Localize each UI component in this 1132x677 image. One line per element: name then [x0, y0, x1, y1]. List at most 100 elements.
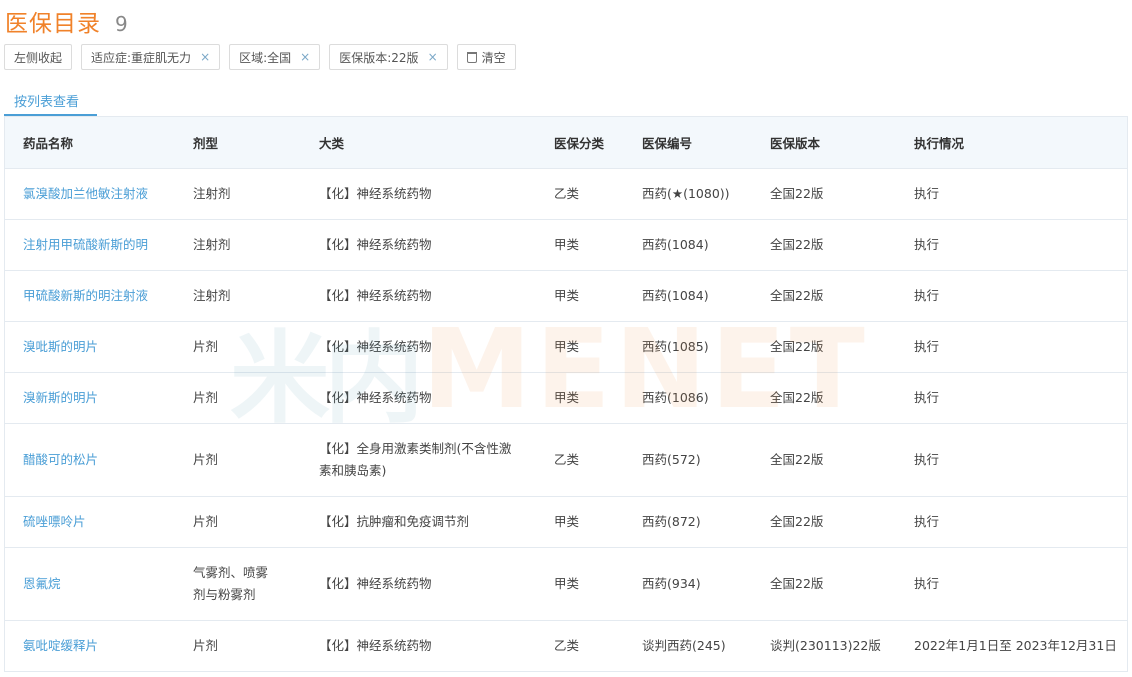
filter-tag-label: 医保版本:22版: [339, 50, 419, 65]
dosage-form: 注射剂: [175, 270, 301, 322]
insurance-class: 甲类: [536, 496, 624, 548]
dosage-form: 注射剂: [175, 219, 301, 271]
collapse-sidebar-label: 左侧收起: [14, 50, 63, 65]
drug-table: 药品名称 剂型 大类 医保分类 医保编号 医保版本 执行情况 氯溴酸加兰他敏注射…: [4, 116, 1128, 672]
dosage-form: 片剂: [175, 321, 301, 373]
column-header: 医保分类: [536, 117, 624, 169]
drug-category: 【化】神经系统药物: [301, 547, 536, 621]
execution-status: 执行: [896, 372, 1127, 424]
column-header: 剂型: [175, 117, 301, 169]
drug-name-link[interactable]: 溴新斯的明片: [5, 372, 175, 424]
execution-status: 执行: [896, 168, 1127, 220]
insurance-class: 甲类: [536, 547, 624, 621]
table-header-row: 药品名称 剂型 大类 医保分类 医保编号 医保版本 执行情况: [5, 117, 1127, 169]
insurance-class: 乙类: [536, 168, 624, 220]
close-icon[interactable]: ×: [200, 50, 210, 64]
insurance-version: 全国22版: [752, 321, 896, 373]
insurance-version: 全国22版: [752, 270, 896, 322]
close-icon[interactable]: ×: [428, 50, 438, 64]
insurance-class: 甲类: [536, 270, 624, 322]
column-header: 大类: [301, 117, 536, 169]
drug-category: 【化】神经系统药物: [301, 219, 536, 271]
filter-tag-version: 医保版本:22版 ×: [329, 44, 448, 70]
filter-tag-label: 区域:全国: [239, 50, 292, 65]
column-header: 医保编号: [624, 117, 752, 169]
column-header: 医保版本: [752, 117, 896, 169]
collapse-sidebar-button[interactable]: 左侧收起: [4, 44, 73, 70]
view-tabs: 按列表查看: [4, 88, 1128, 116]
execution-status: 执行: [896, 321, 1127, 373]
clear-filters-button[interactable]: 清空: [456, 44, 516, 70]
insurance-version: 全国22版: [752, 168, 896, 220]
filter-tag-label: 适应症:重症肌无力: [91, 50, 192, 65]
table-row: 注射用甲硫酸新斯的明 注射剂 【化】神经系统药物 甲类 西药(1084) 全国2…: [5, 219, 1127, 271]
insurance-code: 西药(1084): [624, 219, 752, 271]
drug-name-link[interactable]: 醋酸可的松片: [5, 423, 175, 497]
drug-category: 【化】抗肿瘤和免疫调节剂: [301, 496, 536, 548]
table-row: 氯溴酸加兰他敏注射液 注射剂 【化】神经系统药物 乙类 西药(★(1080)) …: [5, 168, 1127, 220]
insurance-code: 西药(1085): [624, 321, 752, 373]
drug-name-link[interactable]: 甲硫酸新斯的明注射液: [5, 270, 175, 322]
table-row: 硫唑嘌呤片 片剂 【化】抗肿瘤和免疫调节剂 甲类 西药(872) 全国22版 执…: [5, 496, 1127, 548]
execution-status: 执行: [896, 547, 1127, 621]
insurance-code: 西药(934): [624, 547, 752, 621]
drug-category: 【化】神经系统药物: [301, 372, 536, 424]
insurance-code: 西药(★(1080)): [624, 168, 752, 220]
page-title: 医保目录: [5, 11, 101, 37]
drug-name-link[interactable]: 注射用甲硫酸新斯的明: [5, 219, 175, 271]
drug-name-link[interactable]: 溴吡斯的明片: [5, 321, 175, 373]
insurance-class: 甲类: [536, 219, 624, 271]
insurance-code: 西药(1084): [624, 270, 752, 322]
insurance-code: 西药(572): [624, 423, 752, 497]
insurance-version: 全国22版: [752, 547, 896, 621]
insurance-class: 乙类: [536, 423, 624, 497]
table-row: 溴吡斯的明片 片剂 【化】神经系统药物 甲类 西药(1085) 全国22版 执行: [5, 321, 1127, 373]
drug-name-link[interactable]: 硫唑嘌呤片: [5, 496, 175, 548]
drug-name-link[interactable]: 恩氟烷: [5, 547, 175, 621]
table-row: 甲硫酸新斯的明注射液 注射剂 【化】神经系统药物 甲类 西药(1084) 全国2…: [5, 270, 1127, 322]
drug-name-link[interactable]: 氯溴酸加兰他敏注射液: [5, 168, 175, 220]
insurance-version: 全国22版: [752, 423, 896, 497]
insurance-code: 西药(1086): [624, 372, 752, 424]
execution-status: 2022年1月1日至 2023年12月31日: [914, 637, 1117, 653]
insurance-class: 乙类: [554, 637, 580, 653]
dosage-form: 片剂: [175, 423, 301, 497]
insurance-version: 全国22版: [752, 219, 896, 271]
result-count: 9: [115, 12, 128, 36]
page-header: 医保目录 9: [5, 4, 128, 37]
insurance-version: 全国22版: [752, 496, 896, 548]
dosage-form: 片剂: [175, 372, 301, 424]
table-row: 恩氟烷 气雾剂、喷雾剂与粉雾剂 【化】神经系统药物 甲类 西药(934) 全国2…: [5, 547, 1127, 621]
table-row: 溴新斯的明片 片剂 【化】神经系统药物 甲类 西药(1086) 全国22版 执行: [5, 372, 1127, 424]
filter-tag-region: 区域:全国 ×: [229, 44, 321, 70]
dosage-form: 气雾剂、喷雾剂与粉雾剂: [175, 547, 301, 621]
drug-name-link[interactable]: 氨吡啶缓释片: [5, 620, 175, 671]
insurance-version: 谈判(230113)22版: [770, 637, 881, 653]
table-row: 氨吡啶缓释片 片剂 【化】神经系统药物 乙类 谈判西药(245) 谈判(2301…: [5, 620, 1127, 671]
drug-category: 【化】神经系统药物: [301, 168, 536, 220]
dosage-form: 注射剂: [175, 168, 301, 220]
table-row: 醋酸可的松片 片剂 【化】全身用激素类制剂(不含性激素和胰岛素) 乙类 西药(5…: [5, 423, 1127, 497]
insurance-class: 甲类: [536, 321, 624, 373]
dosage-form: 片剂: [175, 496, 301, 548]
insurance-code: 谈判西药(245): [642, 637, 726, 653]
dosage-form: 片剂: [193, 637, 219, 653]
tab-list-view[interactable]: 按列表查看: [14, 91, 79, 110]
drug-category: 【化】神经系统药物: [301, 321, 536, 373]
clear-filters-label: 清空: [481, 50, 506, 65]
execution-status: 执行: [896, 496, 1127, 548]
column-header: 药品名称: [5, 117, 175, 169]
execution-status: 执行: [896, 219, 1127, 271]
insurance-version: 全国22版: [752, 372, 896, 424]
execution-status: 执行: [896, 270, 1127, 322]
insurance-code: 西药(872): [624, 496, 752, 548]
drug-category: 【化】神经系统药物: [301, 270, 536, 322]
drug-category: 【化】全身用激素类制剂(不含性激素和胰岛素): [301, 423, 536, 497]
filter-tag-indication: 适应症:重症肌无力 ×: [81, 44, 221, 70]
insurance-class: 甲类: [536, 372, 624, 424]
close-icon[interactable]: ×: [300, 50, 310, 64]
drug-category: 【化】神经系统药物: [319, 637, 432, 653]
column-header: 执行情况: [896, 117, 1127, 169]
trash-icon: [466, 51, 477, 63]
filter-bar: 左侧收起 适应症:重症肌无力 × 区域:全国 × 医保版本:22版 × 清空: [4, 44, 516, 70]
